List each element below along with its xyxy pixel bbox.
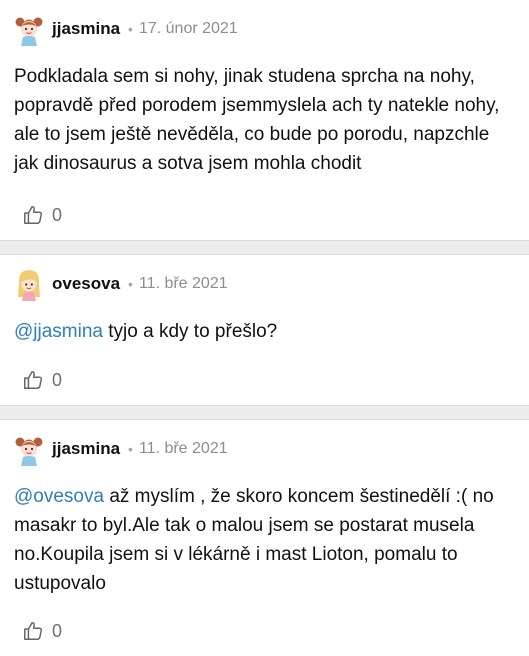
like-button[interactable]: 0	[22, 620, 62, 642]
blonde-avatar-icon[interactable]	[14, 267, 44, 301]
meta-separator: •	[128, 276, 133, 292]
mention-link[interactable]: @jjasmina	[14, 321, 103, 342]
comment-header: jjasmina • 17. únor 2021	[14, 0, 515, 58]
thumbs-up-icon[interactable]	[22, 369, 44, 391]
meta-separator: •	[128, 441, 133, 457]
thumbs-up-icon[interactable]	[22, 204, 44, 226]
comment-text: @ovesova až myslím , že skoro koncem šes…	[14, 482, 515, 598]
mention-link[interactable]: @ovesova	[14, 486, 104, 507]
like-count: 0	[52, 620, 63, 641]
comment-date: 11. bře 2021	[138, 440, 228, 457]
comment: ovesova • 11. bře 2021 @jjasmina tyjo a …	[0, 255, 529, 405]
comment-divider	[0, 405, 529, 420]
comment-text: @jjasmina tyjo a kdy to přešlo?	[14, 317, 515, 346]
comment-date: 17. únor 2021	[138, 20, 238, 37]
girl-avatar-icon[interactable]	[14, 12, 44, 46]
comment: jjasmina • 11. bře 2021 @ovesova až mysl…	[0, 420, 529, 656]
thumbs-up-icon[interactable]	[22, 620, 44, 642]
comment-author[interactable]: ovesova	[52, 274, 120, 294]
comment-divider	[0, 240, 529, 255]
comment-text: Podkladala sem si nohy, jinak studena sp…	[14, 66, 500, 174]
comment: jjasmina • 17. únor 2021 Podkladala sem …	[0, 0, 529, 240]
comment-date: 11. bře 2021	[138, 275, 228, 292]
comment-header: jjasmina • 11. bře 2021	[14, 420, 515, 478]
comment-author[interactable]: jjasmina	[52, 439, 120, 459]
comment-thread: jjasmina • 17. únor 2021 Podkladala sem …	[0, 0, 529, 656]
like-button[interactable]: 0	[22, 369, 62, 391]
comment-header: ovesova • 11. bře 2021	[14, 255, 515, 313]
girl-avatar-icon[interactable]	[14, 432, 44, 466]
comment-text-content: tyjo a kdy to přešlo?	[102, 321, 278, 342]
meta-separator: •	[128, 21, 133, 37]
like-button[interactable]: 0	[22, 204, 62, 226]
comment-author[interactable]: jjasmina	[52, 19, 120, 39]
like-count: 0	[52, 369, 63, 390]
like-count: 0	[52, 204, 63, 225]
